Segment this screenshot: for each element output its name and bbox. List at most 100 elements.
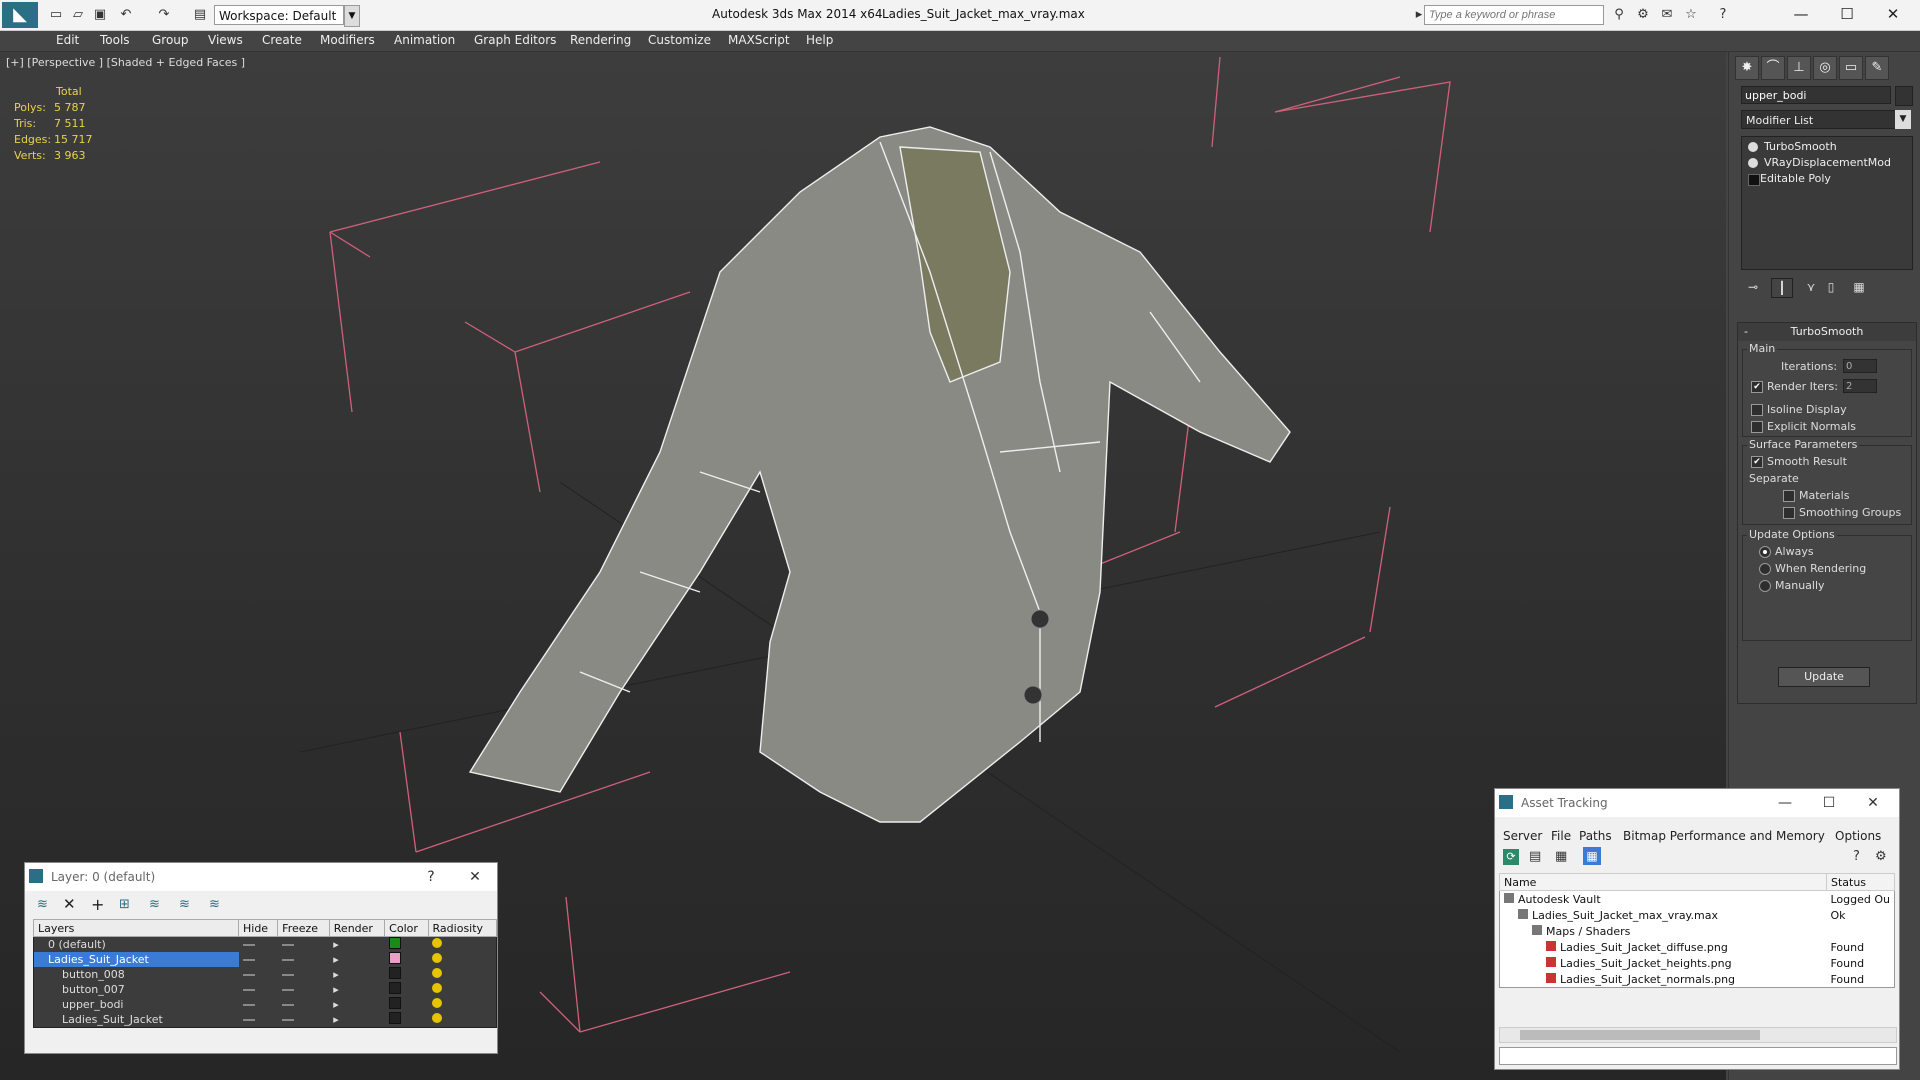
menu-file[interactable]: File: [1551, 829, 1571, 843]
help-icon[interactable]: ?: [1714, 7, 1732, 23]
select-objects-icon[interactable]: ⊞: [119, 897, 130, 912]
asset-name[interactable]: Ladies_Suit_Jacket_heights.png: [1500, 955, 1827, 971]
render-toggle[interactable]: ▸: [329, 952, 384, 967]
asset-name[interactable]: Maps / Shaders: [1500, 923, 1827, 939]
layer-color[interactable]: [385, 997, 428, 1012]
subscription-icon[interactable]: ⚙: [1634, 7, 1652, 23]
menu-bitmap-performance[interactable]: Bitmap Performance and Memory: [1623, 829, 1825, 843]
radiosity-toggle[interactable]: [428, 937, 496, 953]
menu-views[interactable]: Views: [208, 33, 243, 47]
hide-all-layers-icon[interactable]: ≋: [179, 897, 190, 912]
configure-modifier-sets-icon[interactable]: ▦: [1849, 278, 1869, 296]
freeze-toggle[interactable]: [278, 982, 330, 997]
freeze-toggle[interactable]: [278, 937, 330, 953]
tree-view-icon[interactable]: ▦: [1555, 849, 1567, 864]
workspace-dropdown[interactable]: Workspace: Default: [214, 5, 344, 25]
menu-create[interactable]: Create: [262, 33, 302, 47]
iterations-spinner[interactable]: 0: [1843, 359, 1877, 373]
collapse-icon[interactable]: -: [1744, 323, 1748, 341]
layer-name[interactable]: button_007: [34, 982, 239, 997]
layer-row[interactable]: 0 (default) ▸: [34, 937, 497, 953]
redo-icon[interactable]: ↷: [156, 7, 172, 23]
chevron-down-icon[interactable]: ▼: [1895, 110, 1911, 129]
asset-row[interactable]: Autodesk Vault Logged Ou: [1500, 891, 1895, 908]
hide-toggle[interactable]: [239, 1012, 278, 1028]
render-toggle[interactable]: ▸: [329, 967, 384, 982]
column-header[interactable]: Color: [384, 919, 429, 937]
close-button[interactable]: ✕: [1851, 789, 1895, 817]
hide-toggle[interactable]: [239, 937, 278, 953]
layer-color[interactable]: [385, 937, 428, 953]
app-logo-icon[interactable]: ◣: [2, 2, 38, 28]
layer-row[interactable]: button_008 ▸: [34, 967, 497, 982]
smoothing-groups-checkbox[interactable]: [1783, 507, 1795, 519]
show-end-result-icon[interactable]: ┃: [1771, 278, 1793, 298]
rollout-title[interactable]: - TurboSmooth: [1738, 323, 1916, 341]
menu-help[interactable]: Help: [806, 33, 833, 47]
menu-group[interactable]: Group: [152, 33, 189, 47]
column-header[interactable]: Status: [1825, 873, 1896, 891]
menu-customize[interactable]: Customize: [648, 33, 711, 47]
project-folder-icon[interactable]: ▤: [192, 7, 208, 23]
chevron-down-icon[interactable]: ▼: [344, 5, 360, 27]
stack-item-editable-poly[interactable]: Editable Poly: [1744, 171, 1908, 187]
asset-name[interactable]: Ladies_Suit_Jacket_normals.png: [1500, 971, 1827, 988]
save-file-icon[interactable]: ▣: [92, 7, 108, 23]
update-button[interactable]: Update: [1778, 667, 1870, 687]
menu-options[interactable]: Options: [1835, 829, 1881, 843]
layer-row[interactable]: Ladies_Suit_Jacket ▸: [34, 1012, 497, 1028]
layer-color[interactable]: [385, 1012, 428, 1028]
close-button[interactable]: ✕: [1870, 0, 1916, 30]
object-color-swatch[interactable]: [1895, 86, 1913, 106]
render-toggle[interactable]: ▸: [329, 937, 384, 953]
communication-icon[interactable]: ✉: [1658, 7, 1676, 23]
asset-path-field[interactable]: [1499, 1047, 1897, 1065]
isoline-display-checkbox[interactable]: [1751, 404, 1763, 416]
delete-layer-icon[interactable]: ✕: [63, 895, 76, 913]
hide-toggle[interactable]: [239, 952, 278, 967]
render-toggle[interactable]: ▸: [329, 982, 384, 997]
radiosity-toggle[interactable]: [428, 997, 496, 1012]
radiosity-toggle[interactable]: [428, 967, 496, 982]
new-file-icon[interactable]: ▭: [48, 7, 64, 23]
new-layer-icon[interactable]: ≋: [37, 897, 48, 912]
list-view-icon[interactable]: ▤: [1529, 849, 1541, 864]
menu-animation[interactable]: Animation: [394, 33, 455, 47]
hide-toggle[interactable]: [239, 982, 278, 997]
layer-row[interactable]: Ladies_Suit_Jacket ▸: [33, 952, 497, 967]
layer-color[interactable]: [385, 982, 428, 997]
menu-edit[interactable]: Edit: [56, 33, 79, 47]
pin-stack-icon[interactable]: ⊸: [1743, 278, 1763, 296]
always-radio[interactable]: [1759, 546, 1771, 558]
menu-paths[interactable]: Paths: [1579, 829, 1612, 843]
minimize-button[interactable]: —: [1763, 789, 1807, 817]
asset-name[interactable]: Autodesk Vault: [1500, 891, 1827, 908]
menu-graph-editors[interactable]: Graph Editors: [474, 33, 556, 47]
layer-row[interactable]: button_007 ▸: [34, 982, 497, 997]
make-unique-icon[interactable]: ⋎: [1801, 278, 1821, 296]
materials-checkbox[interactable]: [1783, 490, 1795, 502]
layer-name[interactable]: button_008: [34, 967, 239, 982]
asset-name[interactable]: Ladies_Suit_Jacket_diffuse.png: [1500, 939, 1827, 955]
radiosity-toggle[interactable]: [428, 952, 496, 967]
column-header[interactable]: Render: [328, 919, 386, 937]
freeze-toggle[interactable]: [278, 1012, 330, 1028]
utilities-tab-icon[interactable]: ✎: [1865, 56, 1889, 80]
refresh-icon[interactable]: ⟳: [1503, 849, 1519, 865]
hierarchy-tab-icon[interactable]: ⊥: [1787, 56, 1811, 80]
search-input[interactable]: [1424, 5, 1604, 25]
layer-color[interactable]: [385, 952, 428, 967]
maximize-button[interactable]: ☐: [1807, 789, 1851, 817]
asset-row[interactable]: Ladies_Suit_Jacket_max_vray.max Ok: [1500, 907, 1895, 923]
asset-row[interactable]: Ladies_Suit_Jacket_heights.png Found: [1500, 955, 1895, 971]
render-toggle[interactable]: ▸: [329, 997, 384, 1012]
column-header[interactable]: Name: [1499, 873, 1827, 891]
explicit-normals-checkbox[interactable]: [1751, 421, 1763, 433]
table-view-icon[interactable]: ▦: [1583, 847, 1601, 865]
bulb-icon[interactable]: [1748, 158, 1758, 168]
undo-icon[interactable]: ↶: [118, 7, 134, 23]
menu-maxscript[interactable]: MAXScript: [728, 33, 790, 47]
maximize-button[interactable]: ☐: [1824, 0, 1870, 30]
freeze-all-layers-icon[interactable]: ≋: [209, 897, 220, 912]
bulb-icon[interactable]: [1748, 142, 1758, 152]
